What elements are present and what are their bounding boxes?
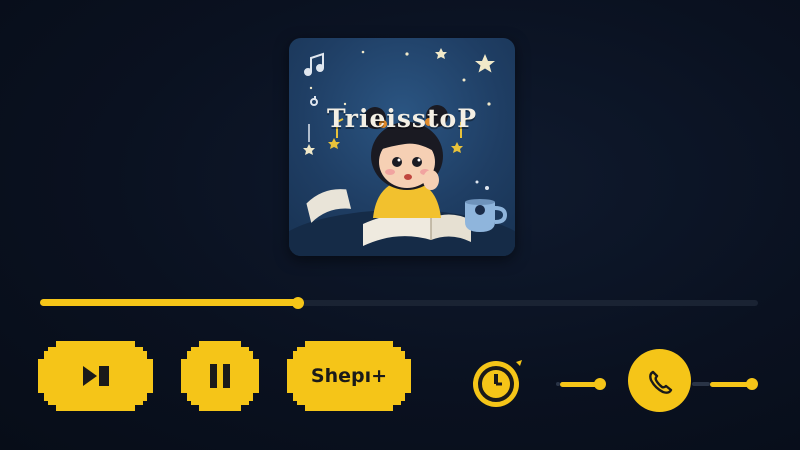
timer-icon: [473, 360, 522, 407]
star-icon: [475, 54, 495, 73]
timer-button[interactable]: [472, 356, 522, 407]
slider-end-handle[interactable]: [746, 378, 758, 390]
action-button[interactable]: Shepı+: [287, 341, 411, 411]
phone-icon: [648, 370, 672, 394]
star-icon: [435, 48, 447, 59]
album-cover: TrieisstoP: [289, 38, 515, 256]
call-button[interactable]: [628, 349, 691, 412]
slider-fill-right: [710, 382, 750, 387]
action-button-label: Shepı+: [310, 365, 388, 387]
skip-button[interactable]: [38, 341, 153, 411]
volume-handle[interactable]: [594, 378, 606, 390]
pause-button[interactable]: [181, 341, 259, 411]
star-icon: [303, 144, 315, 155]
album-title: TrieisstoP: [326, 104, 478, 133]
player-screen: TrieisstoP Shepı+: [0, 0, 800, 450]
album-illustration: [289, 48, 515, 256]
progress-fill: [40, 299, 298, 306]
progress-bar[interactable]: [40, 297, 758, 309]
next-track-icon: [79, 363, 113, 389]
progress-handle[interactable]: [292, 297, 304, 309]
pause-icon: [205, 361, 235, 391]
volume-track[interactable]: [556, 382, 560, 386]
volume-track-right[interactable]: [692, 382, 710, 386]
